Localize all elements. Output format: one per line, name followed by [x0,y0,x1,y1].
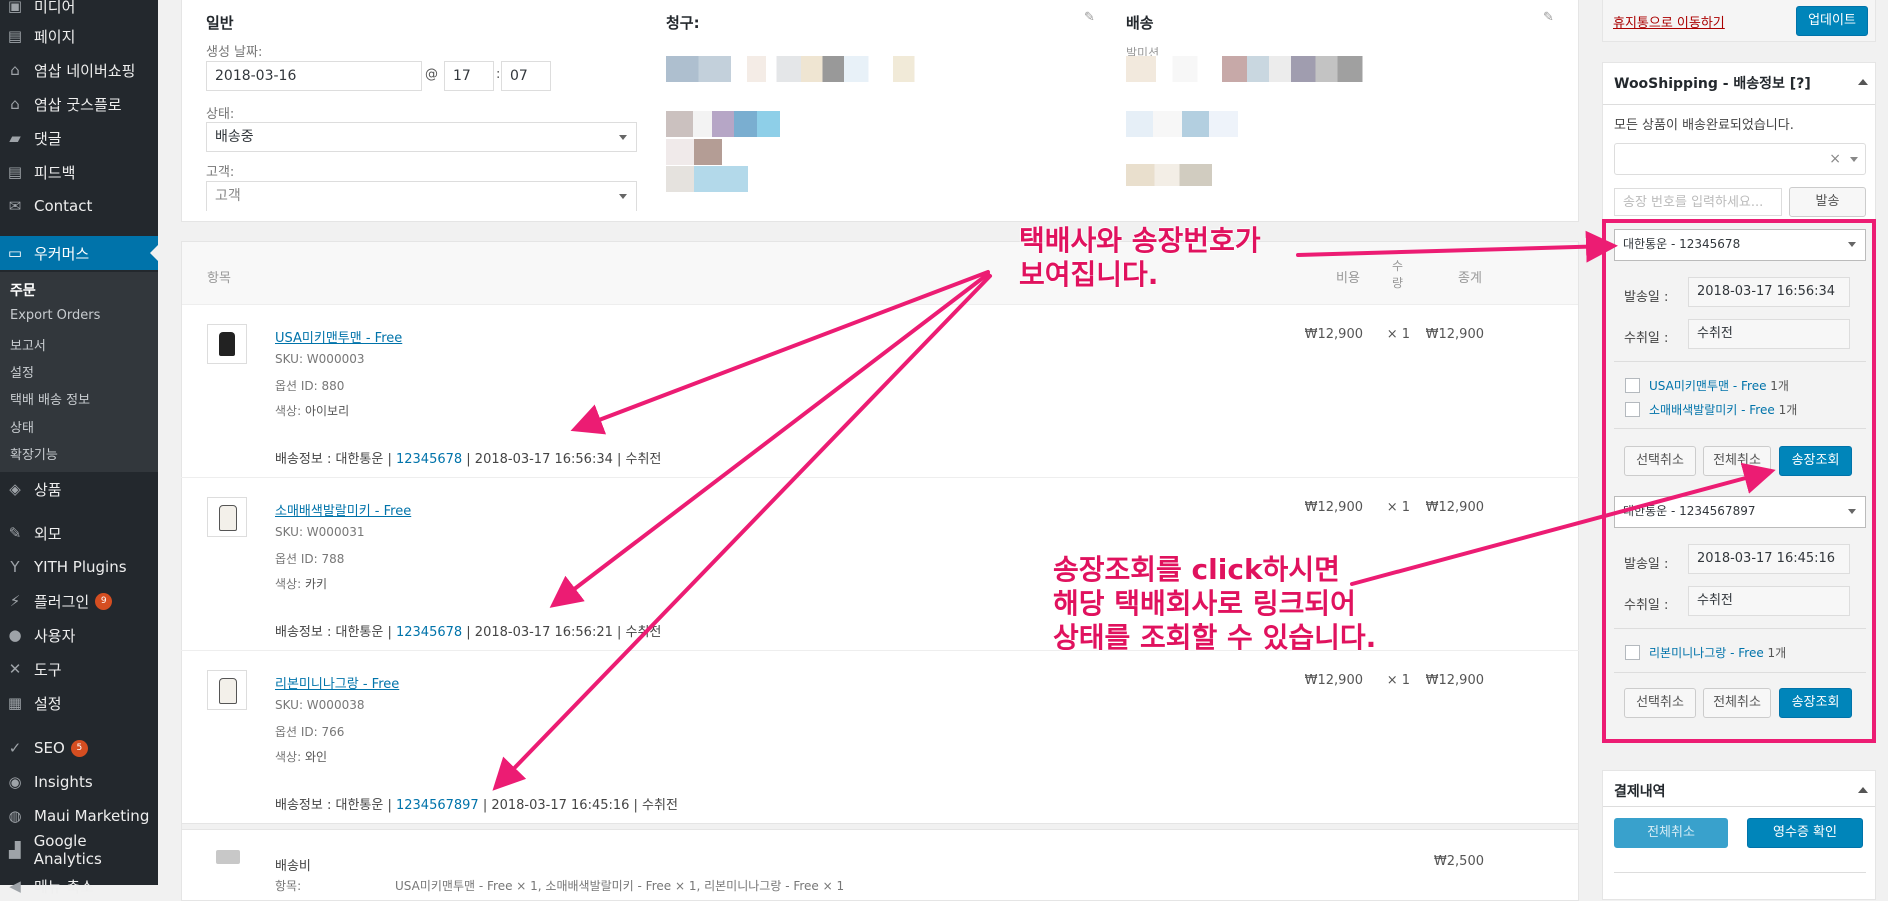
arrow-to-row1-shipping [570,270,990,435]
arrow-to-row2-shipping [549,272,990,608]
annotation-bottom: 송장조회를 click하시면 해당 택배회사로 링크되어 상태를 조회할 수 있… [1053,553,1377,654]
arrow-to-track-button [1350,462,1776,586]
arrow-to-shipment-header [1296,230,1618,263]
annotation-arrows [492,230,1776,791]
annotation-top: 택배사와 송장번호가 보여집니다. [1019,224,1261,291]
arrow-to-row3-shipping [492,274,992,791]
